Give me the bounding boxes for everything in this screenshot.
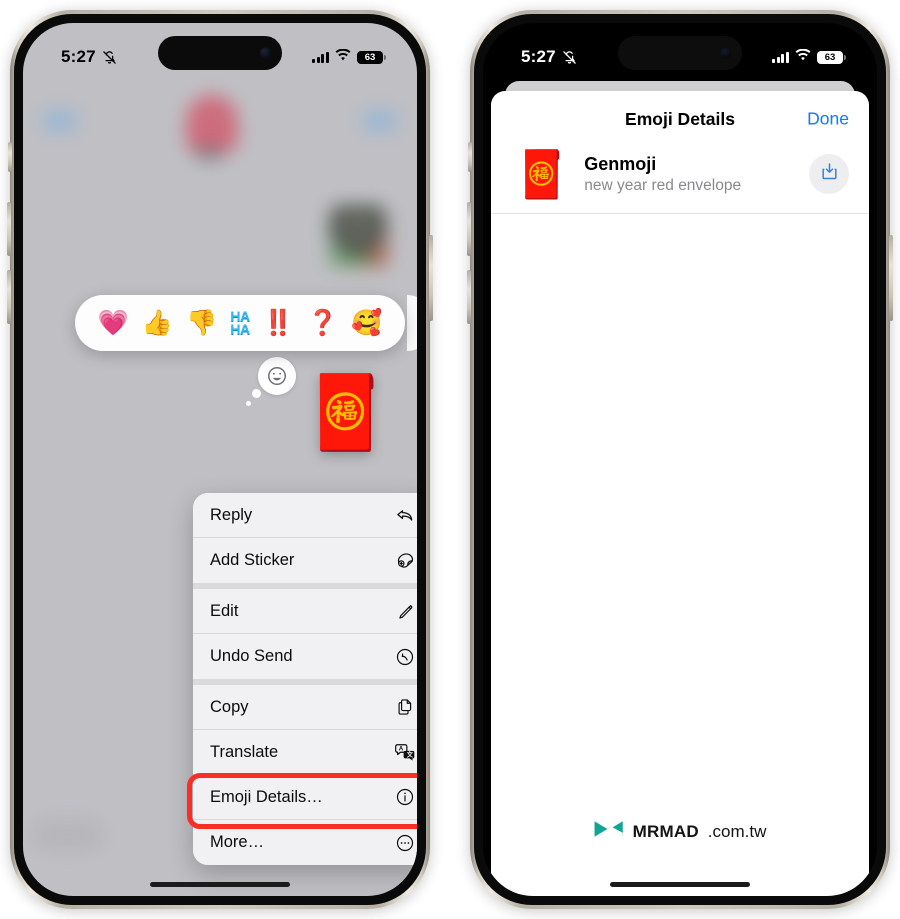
context-menu-item-label: Add Sticker [210, 551, 295, 569]
context-menu-item-emoji-details[interactable]: Emoji Details… [193, 775, 417, 820]
genmoji-message[interactable]: 🧧 [301, 377, 391, 449]
volume-down-button[interactable] [7, 270, 11, 324]
reaction-haha-line2: HA [230, 321, 250, 337]
context-menu-item-translate[interactable]: Translate A 文 [193, 730, 417, 775]
mrmad-bowtie-logo [594, 817, 624, 844]
home-indicator[interactable] [150, 882, 290, 887]
right-phone-device: 5:27 63 Emoji Details Done 🧧 Genmoji new… [467, 10, 893, 909]
reaction-thumbs-down[interactable]: 👎 [186, 310, 217, 336]
cellular-bars-icon [312, 51, 329, 63]
sheet-header: Emoji Details Done [491, 91, 869, 147]
info-circle-icon [394, 786, 416, 808]
context-menu-group-3: Copy Translate A 文 Emoji Details… More… [193, 679, 417, 865]
reaction-heart[interactable]: 💗 [98, 310, 129, 336]
wifi-icon [335, 48, 351, 66]
context-menu-group-1: Reply Add Sticker [193, 493, 417, 583]
context-menu-item-reply[interactable]: Reply [193, 493, 417, 538]
context-menu-item-label: Reply [210, 505, 253, 524]
reply-arrow-icon [394, 504, 416, 526]
right-phone-bezel: 5:27 63 Emoji Details Done 🧧 Genmoji new… [474, 14, 886, 905]
reaction-haha[interactable]: HA HA [230, 309, 250, 337]
ellipsis-circle-icon [394, 832, 416, 854]
genmoji-description: new year red envelope [584, 176, 742, 194]
context-menu-item-label: Copy [210, 697, 249, 716]
context-menu-item-edit[interactable]: Edit [193, 589, 417, 634]
cellular-bars-icon [772, 51, 789, 63]
done-button[interactable]: Done [807, 109, 849, 130]
left-phone-bezel: 5:27 63 💗 👍 👎 HA HA ‼️ ❓ 🥰 🧧 Reply Add S… [14, 14, 426, 905]
context-menu-item-label: Undo Send [210, 647, 293, 665]
context-menu-item-label: Edit [210, 601, 239, 620]
battery-indicator: 63 [817, 50, 846, 64]
volume-up-button[interactable] [7, 202, 11, 256]
right-phone-screen: 5:27 63 Emoji Details Done 🧧 Genmoji new… [483, 23, 877, 896]
context-menu-item-add-sticker[interactable]: Add Sticker [193, 538, 417, 583]
volume-down-button[interactable] [467, 270, 471, 324]
left-phone-device: 5:27 63 💗 👍 👎 HA HA ‼️ ❓ 🥰 🧧 Reply Add S… [7, 10, 433, 909]
bell-slash-icon [562, 50, 577, 65]
watermark-tld: .com.tw [707, 821, 767, 841]
status-indicators: 63 [312, 48, 386, 66]
power-button[interactable] [429, 235, 433, 321]
svg-text:文: 文 [407, 750, 414, 759]
context-menu-item-label: More… [210, 833, 265, 851]
tapback-bar-overflow [407, 295, 417, 351]
context-menu-item-label: Translate [210, 742, 279, 761]
smiley-face-icon [258, 357, 296, 395]
power-button[interactable] [889, 235, 893, 321]
translate-icon: A 文 [394, 741, 416, 763]
left-phone-screen: 5:27 63 💗 👍 👎 HA HA ‼️ ❓ 🥰 🧧 Reply Add S… [23, 23, 417, 896]
context-menu-item-label: Emoji Details… [210, 787, 323, 806]
add-sticker-icon [394, 550, 416, 572]
genmoji-thought-bubble [246, 357, 296, 406]
context-menu-item-more[interactable]: More… [193, 820, 417, 865]
emoji-details-sheet: Emoji Details Done 🧧 Genmoji new year re… [491, 91, 869, 896]
download-button[interactable] [809, 154, 849, 194]
genmoji-kind-label: Genmoji [584, 153, 657, 174]
undo-arrow-icon [394, 646, 416, 668]
reaction-thumbs-up[interactable]: 👍 [142, 310, 173, 336]
bell-slash-icon [102, 50, 117, 65]
context-menu-item-undo-send[interactable]: Undo Send [193, 634, 417, 679]
context-menu-item-copy[interactable]: Copy [193, 685, 417, 730]
genmoji-detail-texts: Genmoji new year red envelope [584, 154, 795, 195]
status-time: 5:27 [521, 47, 556, 66]
silent-switch[interactable] [468, 142, 472, 172]
download-icon [819, 161, 840, 187]
volume-up-button[interactable] [467, 202, 471, 256]
silent-switch[interactable] [8, 142, 12, 172]
watermark-name: MRMAD [632, 821, 699, 841]
battery-indicator: 63 [357, 50, 386, 64]
reaction-double-exclamation[interactable]: ‼️ [263, 310, 294, 336]
genmoji-preview: 🧧 [513, 148, 571, 200]
pencil-icon [394, 600, 416, 622]
context-menu-group-2: Edit Undo Send [193, 583, 417, 679]
thought-bubble-dot-small [246, 401, 251, 406]
dynamic-island [158, 36, 282, 70]
front-camera-icon [720, 47, 731, 59]
message-context-menu[interactable]: Reply Add Sticker Edit Undo Send Copy Tr… [193, 493, 417, 865]
tapback-reaction-bar[interactable]: 💗 👍 👎 HA HA ‼️ ❓ 🥰 [75, 295, 405, 351]
dynamic-island [618, 36, 742, 70]
genmoji-detail-row: 🧧 Genmoji new year red envelope [491, 147, 869, 214]
wifi-icon [795, 48, 811, 66]
copy-pages-icon [394, 696, 416, 718]
front-camera-icon [260, 47, 271, 59]
status-indicators: 63 [772, 48, 846, 66]
sheet-title: Emoji Details [625, 108, 735, 129]
reaction-smiley-hearts[interactable]: 🥰 [351, 310, 382, 336]
reaction-question[interactable]: ❓ [307, 310, 338, 336]
status-time: 5:27 [61, 47, 96, 66]
svg-text:A: A [399, 746, 404, 753]
mrmad-watermark: MRMAD .com.tw [594, 817, 767, 844]
home-indicator[interactable] [610, 882, 750, 887]
thought-bubble-dot-large [252, 389, 261, 398]
